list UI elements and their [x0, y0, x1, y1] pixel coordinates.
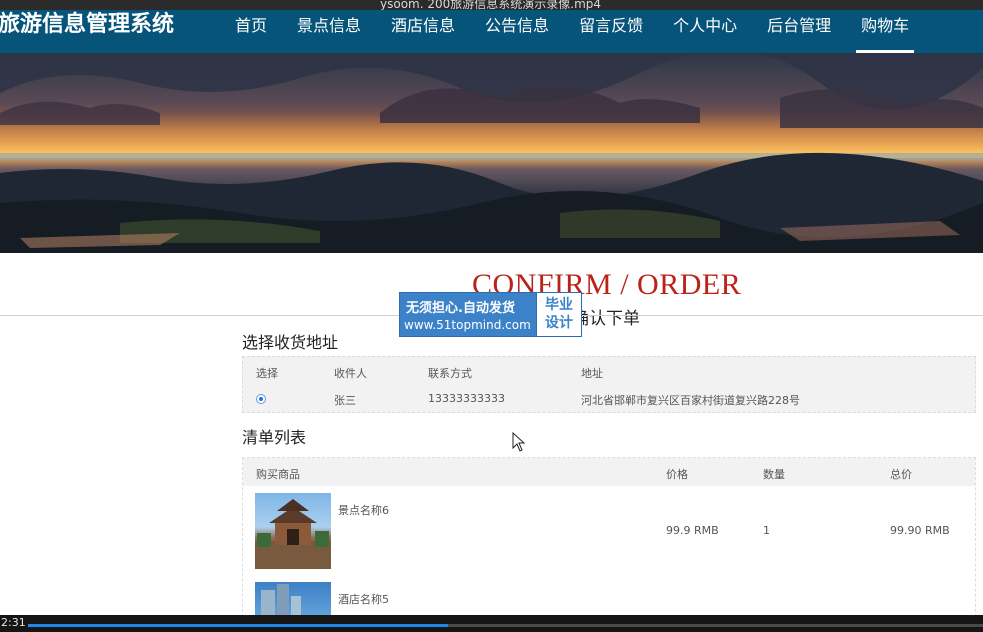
list-header-price: 价格 [666, 468, 688, 481]
playback-progress-track[interactable] [28, 624, 983, 627]
nav-item-hotels[interactable]: 酒店信息 [376, 10, 470, 53]
item-1-total: 99.90 RMB [890, 524, 950, 537]
nav-item-home[interactable]: 首页 [220, 10, 282, 53]
site-brand[interactable]: 旅游信息管理系统 [0, 12, 174, 38]
nav-item-profile[interactable]: 个人中心 [658, 10, 752, 53]
hotel-photo-icon [261, 584, 301, 616]
watermark-badge-label: 毕业 设计 [536, 293, 581, 336]
address-header-recipient: 收件人 [334, 367, 367, 380]
watermark-text: 无须担心.自动发货 www.51topmind.com [400, 293, 536, 336]
page-title-cn: 确认下单 [572, 309, 640, 329]
nav-item-feedback[interactable]: 留言反馈 [564, 10, 658, 53]
item-2-name[interactable]: 酒店名称5 [338, 591, 389, 607]
playback-progress-fill [28, 624, 449, 627]
address-section-title: 选择收货地址 [242, 333, 339, 352]
sunset-seascape-illustration [0, 53, 983, 253]
watermark-line1: 无须担心.自动发货 [406, 301, 515, 316]
address-table: 选择 收件人 联系方式 地址 张三 13333333333 河北省邯郸市复兴区百… [242, 356, 976, 413]
address-header-contact: 联系方式 [428, 367, 472, 380]
window-title-strip: ysoom. 200旅游信息系统演示录像.mp4 [0, 0, 983, 10]
address-select-radio[interactable] [256, 394, 266, 404]
site-header: 旅游信息管理系统 首页 景点信息 酒店信息 公告信息 留言反馈 个人中心 后台管… [0, 10, 983, 53]
address-header-select: 选择 [256, 367, 278, 380]
item-1-price: 99.9 RMB [666, 524, 719, 537]
watermark-badge-line1: 毕业 [545, 297, 573, 313]
list-header-qty: 数量 [763, 468, 785, 481]
address-detail: 河北省邯郸市复兴区百家村街道复兴路228号 [581, 394, 800, 407]
address-header-address: 地址 [581, 367, 603, 380]
list-section-title: 清单列表 [242, 428, 307, 447]
product-thumbnail-2[interactable] [255, 582, 331, 616]
nav-item-admin[interactable]: 后台管理 [752, 10, 846, 53]
nav-item-attractions[interactable]: 景点信息 [282, 10, 376, 53]
nav-item-announcements[interactable]: 公告信息 [470, 10, 564, 53]
window-title: ysoom. 200旅游信息系统演示录像.mp4 [380, 0, 602, 10]
pagoda-photo-icon [255, 499, 331, 569]
nav-item-cart[interactable]: 购物车 [846, 10, 924, 53]
watermark-badge-line2: 设计 [545, 315, 573, 331]
item-1-qty: 1 [763, 524, 770, 537]
list-header-row: 购买商品 价格 数量 总价 [243, 458, 975, 486]
watermark-url: www.51topmind.com [404, 318, 531, 332]
order-list-table: 购买商品 价格 数量 总价 景点名称6 99.9 RMB 1 99.90 RMB… [242, 457, 976, 617]
list-header-product: 购买商品 [256, 468, 300, 481]
main-nav: 首页 景点信息 酒店信息 公告信息 留言反馈 个人中心 后台管理 购物车 [220, 10, 924, 53]
address-contact: 13333333333 [428, 392, 505, 405]
watermark-badge: 无须担心.自动发货 www.51topmind.com 毕业 设计 [399, 292, 582, 337]
mouse-pointer-icon [512, 432, 526, 452]
hero-banner-image [0, 53, 983, 253]
video-player-bar: 2:31 [0, 615, 983, 632]
playback-time: 2:31 [1, 616, 26, 629]
list-header-total: 总价 [890, 468, 912, 481]
address-recipient: 张三 [334, 394, 356, 407]
item-1-name[interactable]: 景点名称6 [338, 502, 389, 518]
product-thumbnail-1[interactable] [255, 493, 331, 569]
